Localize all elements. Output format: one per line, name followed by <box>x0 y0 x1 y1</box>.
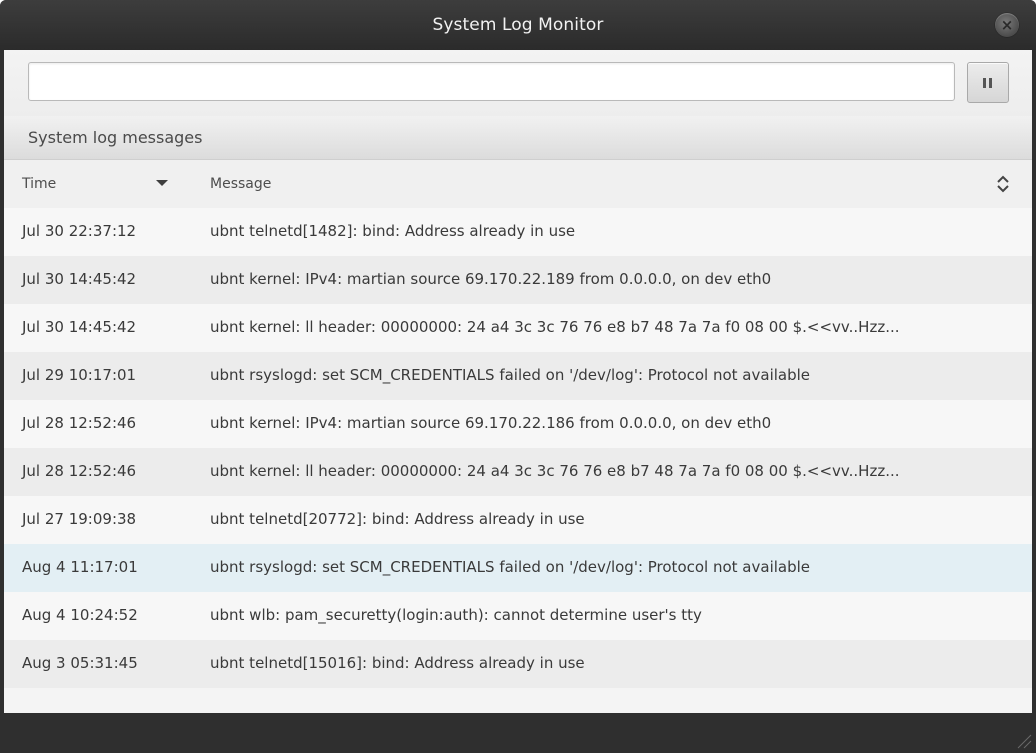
toolbar <box>4 50 1032 116</box>
cell-time: Aug 3 05:31:45 <box>22 654 138 672</box>
cell-message: ubnt telnetd[15016]: bind: Address alrea… <box>210 654 585 672</box>
cell-message: ubnt rsyslogd: set SCM_CREDENTIALS faile… <box>210 366 811 384</box>
table-row[interactable]: Jul 27 19:09:38 ubnt telnetd[20772]: bind… <box>4 496 1032 544</box>
table-header: Time Message <box>4 160 1032 208</box>
cell-message: ubnt kernel: IPv4: martian source 69.170… <box>210 270 772 288</box>
table-row[interactable]: Jul 28 12:52:46 ubnt kernel: IPv4: martia… <box>4 400 1032 448</box>
sort-descending-icon[interactable] <box>156 180 168 186</box>
table-row[interactable]: Jul 30 14:45:42 ubnt kernel: IPv4: martia… <box>4 256 1032 304</box>
title-bar[interactable]: System Log Monitor × <box>0 0 1036 50</box>
section-header: System log messages <box>4 116 1032 160</box>
resize-grip-icon[interactable] <box>1014 731 1032 749</box>
cell-time: Jul 30 14:45:42 <box>22 318 137 336</box>
table-row[interactable]: Aug 3 05:31:45 ubnt telnetd[15016]: bind:… <box>4 640 1032 688</box>
pause-button[interactable] <box>967 62 1009 103</box>
window-title: System Log Monitor <box>432 15 604 35</box>
cell-time: Jul 28 12:52:46 <box>22 414 137 432</box>
cell-time: Aug 4 11:17:01 <box>22 558 138 576</box>
table-row[interactable]: Jul 30 14:45:42 ubnt kernel: ll header: 0… <box>4 304 1032 352</box>
table-row[interactable]: Jul 30 22:37:12 ubnt telnetd[1482]: bind:… <box>4 208 1032 256</box>
sort-toggle-icon[interactable] <box>996 174 1010 194</box>
cell-time: Jul 30 14:45:42 <box>22 270 137 288</box>
log-table: Time Message Jul 30 22:37:12 ubnt telnetd… <box>4 160 1032 688</box>
column-header-time[interactable]: Time <box>22 176 56 192</box>
close-icon[interactable]: × <box>995 13 1019 37</box>
cell-time: Jul 30 22:37:12 <box>22 222 137 240</box>
table-row[interactable]: Jul 28 12:52:46 ubnt kernel: ll header: 0… <box>4 448 1032 496</box>
section-title: System log messages <box>28 128 203 147</box>
cell-message: ubnt telnetd[20772]: bind: Address alrea… <box>210 510 585 528</box>
table-row[interactable]: Jul 29 10:17:01 ubnt rsyslogd: set SCM_CR… <box>4 352 1032 400</box>
cell-time: Jul 27 19:09:38 <box>22 510 137 528</box>
cell-message: ubnt kernel: ll header: 00000000: 24 a4 … <box>210 462 900 480</box>
cell-time: Aug 4 10:24:52 <box>22 606 138 624</box>
search-input[interactable] <box>28 62 955 101</box>
cell-message: ubnt kernel: ll header: 00000000: 24 a4 … <box>210 318 900 336</box>
cell-message: ubnt telnetd[1482]: bind: Address alread… <box>210 222 576 240</box>
app-window: System Log Monitor × System log messages… <box>0 0 1036 753</box>
column-header-message[interactable]: Message <box>210 176 271 192</box>
cell-time: Jul 29 10:17:01 <box>22 366 137 384</box>
table-row[interactable]: Aug 4 10:24:52 ubnt wlb: pam_securetty(lo… <box>4 592 1032 640</box>
table-body: Jul 30 22:37:12 ubnt telnetd[1482]: bind:… <box>4 208 1032 688</box>
cell-time: Jul 28 12:52:46 <box>22 462 137 480</box>
cell-message: ubnt kernel: IPv4: martian source 69.170… <box>210 414 772 432</box>
cell-message: ubnt rsyslogd: set SCM_CREDENTIALS faile… <box>210 558 811 576</box>
cell-message: ubnt wlb: pam_securetty(login:auth): can… <box>210 606 702 624</box>
status-bar <box>0 713 1036 753</box>
table-row[interactable]: Aug 4 11:17:01 ubnt rsyslogd: set SCM_CRE… <box>4 544 1032 592</box>
main-content: System log messages Time Message Jul 30 … <box>4 50 1032 713</box>
